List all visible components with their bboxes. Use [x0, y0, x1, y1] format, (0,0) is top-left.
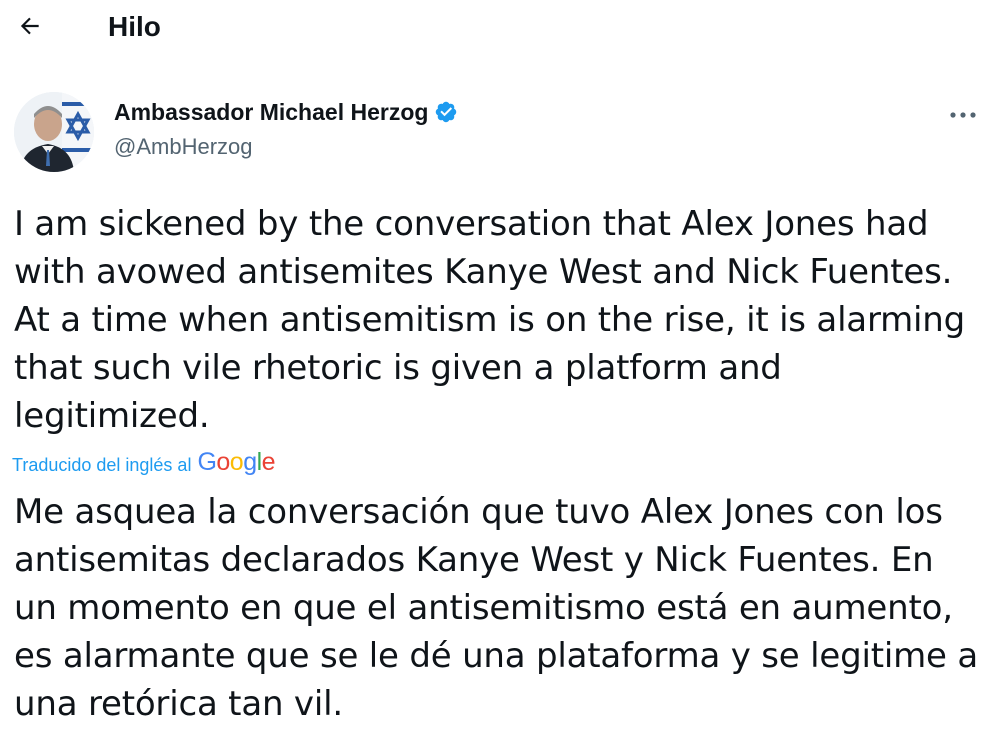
- google-logo: Google: [197, 448, 276, 476]
- author-name[interactable]: Ambassador Michael Herzog: [114, 98, 428, 126]
- more-options-button[interactable]: [944, 100, 982, 130]
- tweet-author: Ambassador Michael Herzog @AmbHerzog: [14, 92, 980, 176]
- avatar-image: [14, 92, 94, 172]
- avatar[interactable]: [14, 92, 94, 172]
- page-title: Hilo: [108, 11, 161, 42]
- back-button[interactable]: [10, 6, 50, 46]
- translation-attribution: Traducido del inglés al Google: [12, 446, 276, 476]
- verified-badge-icon: [436, 101, 457, 123]
- translated-tweet-text: Me asquea la conversación que tuvo Alex …: [14, 492, 978, 724]
- tweet-text: I am sickened by the conversation that A…: [14, 204, 966, 436]
- author-handle[interactable]: @AmbHerzog: [114, 134, 253, 160]
- translation-label[interactable]: Traducido del inglés al: [12, 454, 191, 476]
- arrow-left-icon: [20, 17, 39, 35]
- author-name-row: Ambassador Michael Herzog: [114, 98, 458, 126]
- more-horizontal-icon: [950, 112, 976, 118]
- thread-header: Hilo: [0, 0, 992, 56]
